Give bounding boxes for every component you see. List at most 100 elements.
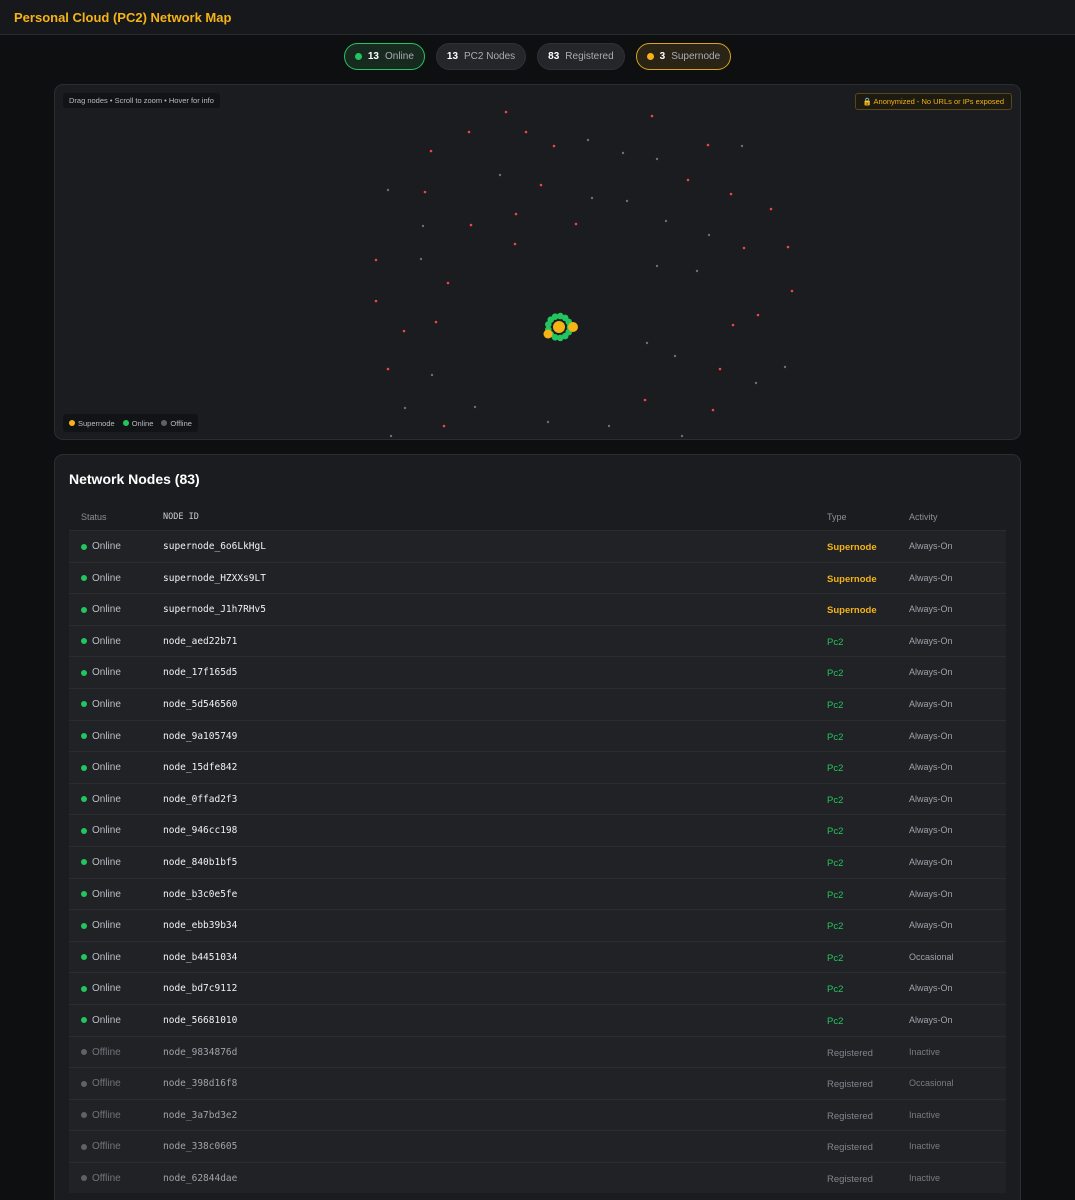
status-dot-icon	[81, 543, 87, 550]
table-row[interactable]: Offline node_398d16f8 Registered Occasional	[69, 1067, 1006, 1099]
offline-node[interactable]	[740, 144, 744, 148]
offline-node[interactable]	[467, 130, 471, 134]
offline-node[interactable]	[430, 373, 434, 377]
node-id: node_b4451034	[163, 951, 238, 963]
offline-node[interactable]	[403, 406, 407, 410]
table-row[interactable]: Online node_17f165d5 Pc2 Always-On	[69, 656, 1006, 688]
table-row[interactable]: Online node_15dfe842 Pc2 Always-On	[69, 751, 1006, 783]
table-row[interactable]: Online node_56681010 Pc2 Always-On	[69, 1003, 1006, 1036]
node-type: Supernode	[827, 542, 877, 553]
table-row[interactable]: Online node_b4451034 Pc2 Occasional	[69, 940, 1006, 973]
offline-node[interactable]	[718, 367, 722, 371]
table-row[interactable]: Offline node_62844dae Registered Inactive	[69, 1161, 1006, 1194]
offline-node[interactable]	[643, 398, 647, 402]
offline-node[interactable]	[607, 424, 611, 428]
offline-node[interactable]	[423, 190, 427, 194]
table-row[interactable]: Offline node_3a7bd3e2 Registered Inactive	[69, 1098, 1006, 1131]
offline-node[interactable]	[645, 341, 649, 345]
node-activity: Always-On	[909, 856, 953, 867]
offline-node[interactable]	[729, 192, 733, 196]
offline-node[interactable]	[707, 233, 711, 237]
node-type: Pc2	[827, 794, 844, 806]
table-row[interactable]: Offline node_9834876d Registered Inactive	[69, 1035, 1006, 1068]
online-dot-icon	[354, 53, 362, 60]
offline-node[interactable]	[783, 365, 787, 369]
offline-node[interactable]	[419, 257, 423, 261]
offline-node[interactable]	[590, 196, 594, 200]
offline-node[interactable]	[754, 381, 758, 385]
offline-node[interactable]	[695, 269, 699, 273]
offline-node[interactable]	[421, 224, 425, 228]
offline-node[interactable]	[786, 245, 790, 249]
offline-node[interactable]	[756, 313, 760, 317]
offline-node[interactable]	[434, 320, 438, 324]
offline-node[interactable]	[686, 178, 690, 182]
network-graph-canvas[interactable]	[55, 85, 1021, 440]
table-row[interactable]: Online supernode_HZXXs9LT Supernode Always-…	[69, 561, 1006, 594]
offline-node[interactable]	[389, 434, 393, 438]
network-map[interactable]: Drag nodes • Scroll to zoom • Hover for …	[54, 84, 1021, 440]
table-row[interactable]: Offline node_338c0605 Registered Inactive	[69, 1130, 1006, 1162]
offline-node[interactable]	[790, 289, 794, 293]
offline-node[interactable]	[655, 264, 659, 268]
table-row[interactable]: Online supernode_6o6LkHgL Supernode Always-…	[69, 530, 1006, 562]
offline-node[interactable]	[546, 420, 550, 424]
col-status: Status	[81, 512, 107, 522]
offline-node[interactable]	[442, 424, 446, 428]
table-row[interactable]: Online node_840b1bf5 Pc2 Always-On	[69, 845, 1006, 878]
offline-node[interactable]	[621, 151, 625, 155]
offline-node[interactable]	[706, 143, 710, 147]
supernode-node[interactable]	[543, 329, 553, 339]
status-dot-icon	[81, 859, 87, 866]
supernode-filter-pill[interactable]: 3 Supernode	[635, 43, 732, 70]
offline-node[interactable]	[673, 354, 677, 358]
offline-node[interactable]	[650, 114, 654, 118]
offline-node[interactable]	[469, 223, 473, 227]
table-row[interactable]: Online node_bd7c9112 Pc2 Always-On	[69, 972, 1006, 1004]
table-row[interactable]: Online node_aed22b71 Pc2 Always-On	[69, 624, 1006, 657]
offline-node[interactable]	[552, 144, 556, 148]
offline-node[interactable]	[711, 408, 715, 412]
table-row[interactable]: Online supernode_J1h7RHv5 Supernode Always-…	[69, 593, 1006, 625]
offline-node[interactable]	[504, 110, 508, 114]
offline-node[interactable]	[513, 242, 517, 246]
table-row[interactable]: Online node_9a105749 Pc2 Always-On	[69, 719, 1006, 752]
offline-node[interactable]	[386, 188, 390, 192]
status-dot-icon	[81, 796, 87, 803]
offline-node[interactable]	[402, 329, 406, 333]
offline-node[interactable]	[374, 258, 378, 262]
offline-node[interactable]	[680, 434, 684, 438]
registered-filter-pill[interactable]: 83 Registered	[537, 43, 625, 70]
top-bar: Personal Cloud (PC2) Network Map	[0, 0, 1075, 35]
supernode-node[interactable]	[568, 322, 578, 332]
offline-node[interactable]	[446, 281, 450, 285]
offline-node[interactable]	[664, 219, 668, 223]
offline-node[interactable]	[539, 183, 543, 187]
offline-node[interactable]	[386, 367, 390, 371]
offline-node[interactable]	[374, 299, 378, 303]
offline-node[interactable]	[742, 246, 746, 250]
offline-node[interactable]	[473, 405, 477, 409]
pc2-label: PC2 Nodes	[464, 51, 516, 62]
table-row[interactable]: Online node_5d546560 Pc2 Always-On	[69, 687, 1006, 720]
supernode-node[interactable]	[553, 321, 565, 333]
pc2-filter-pill[interactable]: 13 PC2 Nodes	[435, 43, 527, 70]
offline-node[interactable]	[498, 173, 502, 177]
table-row[interactable]: Online node_ebb39b34 Pc2 Always-On	[69, 909, 1006, 941]
status-text: Online	[92, 762, 121, 774]
offline-node[interactable]	[524, 130, 528, 134]
offline-node[interactable]	[574, 222, 578, 226]
node-activity: Occasional	[909, 1078, 954, 1089]
offline-node[interactable]	[625, 199, 629, 203]
table-row[interactable]: Online node_946cc198 Pc2 Always-On	[69, 814, 1006, 846]
offline-node[interactable]	[731, 323, 735, 327]
offline-node[interactable]	[429, 149, 433, 153]
offline-node[interactable]	[769, 207, 773, 211]
table-row[interactable]: Online node_0ffad2f3 Pc2 Always-On	[69, 782, 1006, 815]
offline-node[interactable]	[655, 157, 659, 161]
status-text: Online	[92, 793, 121, 805]
online-filter-pill[interactable]: 13 Online	[343, 43, 425, 70]
offline-node[interactable]	[514, 212, 518, 216]
offline-node[interactable]	[586, 138, 590, 142]
table-row[interactable]: Online node_b3c0e5fe Pc2 Always-On	[69, 877, 1006, 910]
